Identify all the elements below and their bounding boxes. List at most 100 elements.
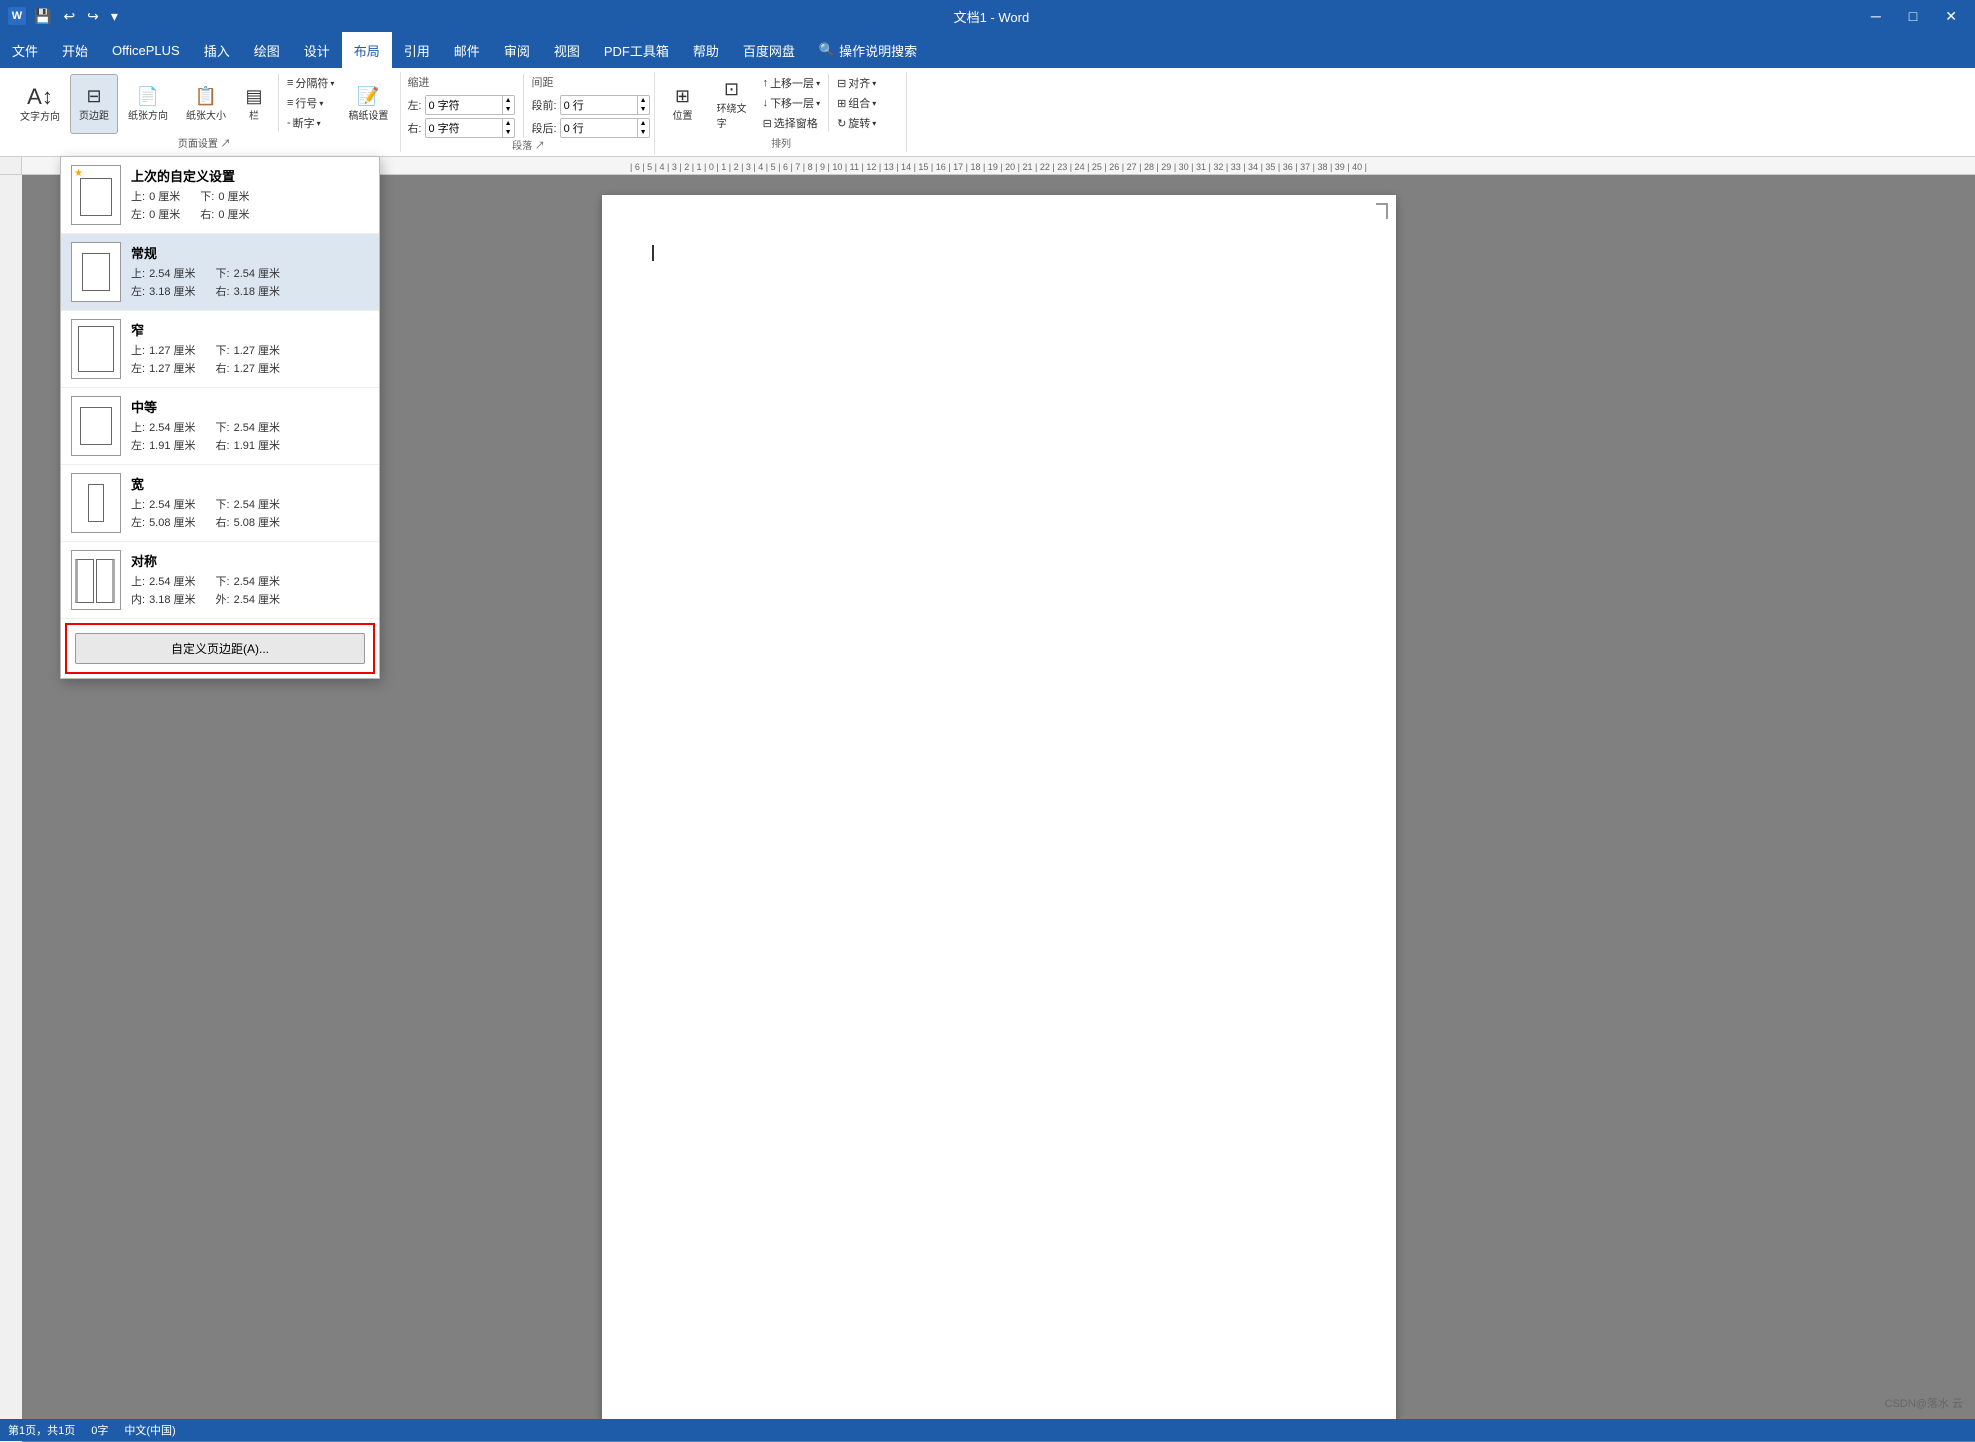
menu-draw[interactable]: 绘图 [242, 32, 292, 68]
margin-item-wide[interactable]: 宽 上:2.54 厘米 下:2.54 厘米 左:5.08 厘米 右:5.08 厘… [61, 465, 379, 542]
page-corner-mark [1376, 203, 1388, 219]
send-backward-btn[interactable]: ↓ 下移一层 ▾ [759, 94, 825, 112]
spacing-after-spinner[interactable]: ▲ ▼ [560, 118, 650, 138]
selection-pane-btn[interactable]: ⊟ 选择窗格 [759, 114, 825, 132]
title-text: 文档1 - Word [954, 7, 1030, 26]
margin-details-moderate: 上:2.54 厘米 下:2.54 厘米 左:1.91 厘米 右:1.91 厘米 [131, 420, 369, 455]
text-direction-icon: A↕ [27, 86, 53, 108]
bring-forward-icon: ↑ [763, 77, 769, 89]
spacing-after-down[interactable]: ▼ [638, 128, 649, 137]
position-btn[interactable]: ⊞ 位置 [661, 74, 705, 134]
ribbon: A↕ 文字方向 ⊟ 页边距 📄 纸张方向 📋 纸张大小 ▤ 栏 [0, 68, 1975, 157]
hyphenation-btn[interactable]: - 断字 ▾ [283, 114, 338, 132]
menu-view[interactable]: 视图 [542, 32, 592, 68]
margin-info-wide: 宽 上:2.54 厘米 下:2.54 厘米 左:5.08 厘米 右:5.08 厘… [131, 474, 369, 532]
page-setup-expand[interactable]: ↗ [221, 139, 231, 150]
indent-left-down[interactable]: ▼ [503, 105, 514, 114]
spacing-before-down[interactable]: ▼ [638, 105, 649, 114]
bring-forward-btn[interactable]: ↑ 上移一层 ▾ [759, 74, 825, 92]
line-numbers-icon: ≡ [287, 97, 293, 109]
margin-name-wide: 宽 [131, 474, 369, 493]
spacing-before-input[interactable] [561, 96, 637, 114]
indent-right-input[interactable] [426, 119, 502, 137]
breaks-btn[interactable]: ≡ 分隔符 ▾ [283, 74, 338, 92]
indent-left-spinner[interactable]: ▲ ▼ [425, 95, 515, 115]
margin-item-normal[interactable]: 常规 上:2.54 厘米 下:2.54 厘米 左:3.18 厘米 右:3.18 … [61, 234, 379, 311]
spacing-after-up[interactable]: ▲ [638, 119, 649, 128]
customize-btn[interactable]: ▾ [107, 6, 122, 27]
position-icon: ⊞ [675, 86, 690, 107]
margin-details-wide: 上:2.54 厘米 下:2.54 厘米 左:5.08 厘米 右:5.08 厘米 [131, 497, 369, 532]
close-btn[interactable]: ✕ [1935, 4, 1967, 29]
hyphenation-arrow: ▾ [317, 119, 321, 128]
menu-mailings[interactable]: 邮件 [442, 32, 492, 68]
columns-btn[interactable]: ▤ 栏 [236, 74, 272, 134]
status-words: 0字 [91, 1422, 108, 1438]
margin-inner-moderate [80, 407, 112, 445]
text-direction-btn[interactable]: A↕ 文字方向 [12, 74, 68, 134]
margin-preview-wide [71, 473, 121, 533]
spacing-after-input[interactable] [561, 119, 637, 137]
ruler-corner [0, 157, 22, 175]
margin-inner-wide [88, 484, 104, 522]
group-icon: ⊞ [837, 97, 846, 110]
menu-pdf[interactable]: PDF工具箱 [592, 32, 681, 68]
save-btn[interactable]: 💾 [30, 6, 55, 27]
arrange-label: 排列 [771, 135, 791, 150]
menu-officeplus[interactable]: OfficePLUS [100, 32, 192, 68]
menu-references[interactable]: 引用 [392, 32, 442, 68]
margin-item-mirrored[interactable]: 对称 上:2.54 厘米 下:2.54 厘米 内:3.18 厘米 外:2.54 … [61, 542, 379, 619]
rotate-btn[interactable]: ↻ 旋转 ▾ [833, 114, 880, 132]
page[interactable] [602, 195, 1396, 1422]
indent-left-up[interactable]: ▲ [503, 96, 514, 105]
line-numbers-btn[interactable]: ≡ 行号 ▾ [283, 94, 338, 112]
margin-details-mirrored: 上:2.54 厘米 下:2.54 厘米 内:3.18 厘米 外:2.54 厘米 [131, 574, 369, 609]
indent-left-input[interactable] [426, 96, 502, 114]
search-icon: 🔍 [819, 42, 835, 58]
custom-margin-btn[interactable]: 自定义页边距(A)... [75, 633, 365, 664]
menu-design[interactable]: 设计 [292, 32, 342, 68]
indent-right-up[interactable]: ▲ [503, 119, 514, 128]
margin-item-moderate[interactable]: 中等 上:2.54 厘米 下:2.54 厘米 左:1.91 厘米 右:1.91 … [61, 388, 379, 465]
mirror-left-page [75, 559, 94, 603]
columns-icon: ▤ [245, 86, 262, 107]
rotate-icon: ↻ [837, 117, 846, 130]
menu-search[interactable]: 🔍 操作说明搜索 [807, 32, 929, 68]
indent-right-spinner[interactable]: ▲ ▼ [425, 118, 515, 138]
indent-right-down[interactable]: ▼ [503, 128, 514, 137]
menu-review[interactable]: 审阅 [492, 32, 542, 68]
menu-home[interactable]: 开始 [50, 32, 100, 68]
spacing-before-spinner[interactable]: ▲ ▼ [560, 95, 650, 115]
menu-file[interactable]: 文件 [0, 32, 50, 68]
margins-dropdown: ★ 上次的自定义设置 上:0 厘米 下:0 厘米 左:0 厘米 右:0 厘米 常… [60, 156, 380, 679]
text-cursor [652, 245, 654, 261]
minimize-btn[interactable]: ─ [1861, 4, 1891, 28]
margin-item-last-custom[interactable]: ★ 上次的自定义设置 上:0 厘米 下:0 厘米 左:0 厘米 右:0 厘米 [61, 157, 379, 234]
spacing-label: 间距 [532, 74, 650, 90]
spacing-before-up[interactable]: ▲ [638, 96, 649, 105]
hyphenation-icon: - [287, 117, 291, 129]
paper-size-btn[interactable]: 📋 纸张大小 [178, 74, 234, 134]
draft-setup-icon: 📝 [357, 86, 379, 107]
wrap-text-btn[interactable]: ⊡ 环绕文字 [709, 74, 755, 134]
orientation-btn[interactable]: 📄 纸张方向 [120, 74, 176, 134]
align-btn[interactable]: ⊟ 对齐 ▾ [833, 74, 880, 92]
margin-name: 上次的自定义设置 [131, 166, 369, 185]
paper-size-icon: 📋 [195, 86, 217, 107]
group-btn[interactable]: ⊞ 组合 ▾ [833, 94, 880, 112]
undo-btn[interactable]: ↩ [59, 6, 79, 27]
indent-right-row: 右: ▲ ▼ [407, 118, 514, 138]
menu-layout[interactable]: 布局 [342, 32, 392, 68]
margins-btn[interactable]: ⊟ 页边距 [70, 74, 118, 134]
draft-setup-btn[interactable]: 📝 稿纸设置 [340, 74, 396, 134]
maximize-btn[interactable]: □ [1899, 4, 1927, 28]
margins-icon: ⊟ [86, 86, 101, 107]
paragraph-expand[interactable]: ↗ [535, 141, 545, 152]
menu-insert[interactable]: 插入 [192, 32, 242, 68]
menu-baidu[interactable]: 百度网盘 [731, 32, 807, 68]
breaks-icon: ≡ [287, 77, 293, 89]
redo-btn[interactable]: ↪ [83, 6, 103, 27]
margin-inner-preview [80, 178, 112, 216]
menu-help[interactable]: 帮助 [681, 32, 731, 68]
margin-item-narrow[interactable]: 窄 上:1.27 厘米 下:1.27 厘米 左:1.27 厘米 右:1.27 厘… [61, 311, 379, 388]
